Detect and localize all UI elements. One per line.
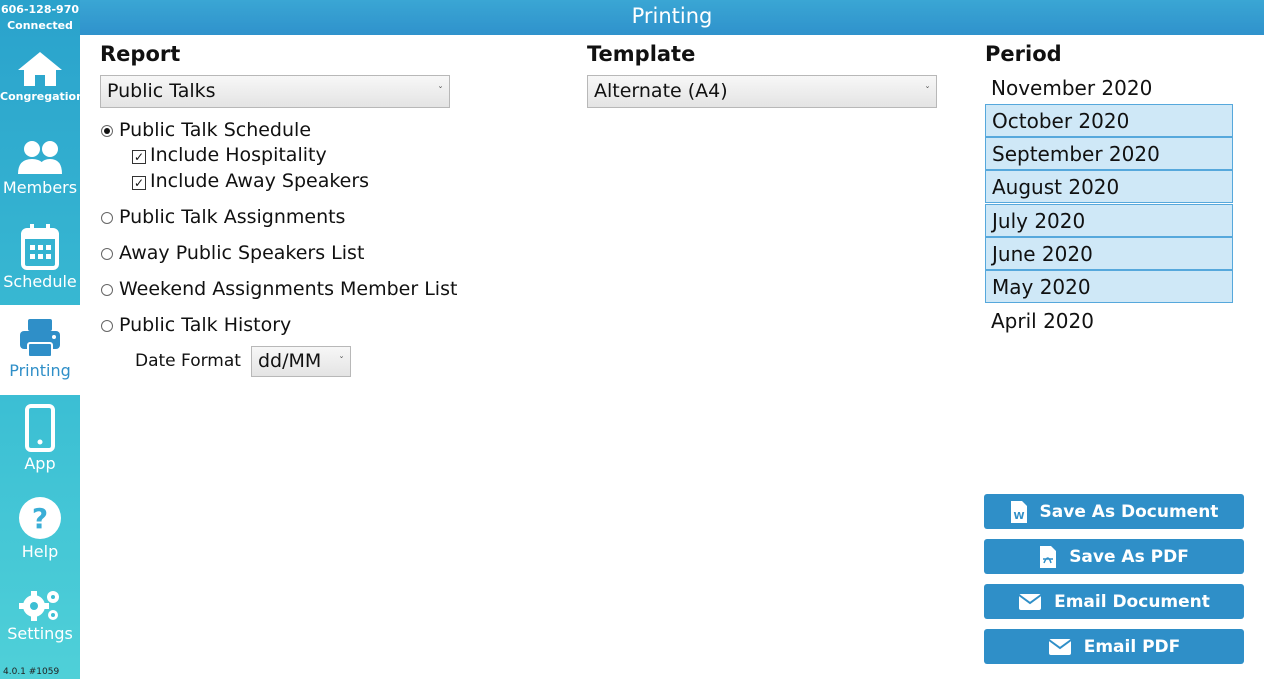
option-label: Public Talk History	[119, 314, 292, 336]
pdf-document-icon	[1040, 545, 1057, 568]
word-document-icon: W	[1010, 500, 1027, 523]
sidebar-item-app[interactable]: App	[0, 404, 80, 476]
sidebar-item-printing[interactable]: Printing	[0, 305, 80, 395]
date-format-value: dd/MM	[258, 350, 322, 372]
help-icon: ?	[19, 497, 61, 539]
sidebar-item-help[interactable]: ? Help	[0, 496, 80, 566]
sidebar-item-label: Printing	[9, 361, 71, 380]
radio-button[interactable]	[101, 212, 113, 224]
sidebar-item-congregation[interactable]: Congregation	[0, 50, 84, 116]
gears-icon	[19, 591, 59, 621]
members-icon	[18, 141, 62, 174]
button-label: Save As PDF	[1069, 546, 1189, 567]
period-title: Period	[985, 42, 1062, 66]
sidebar-item-label: Help	[21, 542, 59, 561]
chevron-down-icon: ˇ	[339, 356, 344, 367]
sidebar-item-members[interactable]: Members	[0, 140, 80, 206]
period-item[interactable]: July 2020	[985, 204, 1233, 237]
date-format-select[interactable]: dd/MM ˇ	[251, 346, 351, 377]
period-item[interactable]: June 2020	[985, 237, 1233, 270]
option-label: Include Away Speakers	[150, 170, 370, 192]
sidebar-item-settings[interactable]: Settings	[0, 588, 80, 654]
printer-icon	[20, 319, 60, 358]
period-item[interactable]: November 2020	[985, 72, 1233, 105]
option-label: Weekend Assignments Member List	[119, 278, 458, 300]
option-label: Public Talk Schedule	[119, 119, 312, 141]
phone-icon	[25, 404, 55, 452]
report-select-value: Public Talks	[107, 80, 216, 102]
sidebar: 606-128-970 Connected Congregation Membe…	[0, 0, 84, 679]
option-label: Away Public Speakers List	[119, 242, 365, 264]
svg-text:W: W	[1013, 511, 1024, 522]
button-label: Save As Document	[1039, 501, 1219, 522]
period-item[interactable]: August 2020	[985, 170, 1233, 203]
radio-button[interactable]	[101, 248, 113, 260]
checkbox[interactable]: ✓	[132, 150, 146, 164]
report-select[interactable]: Public Talks ˇ	[100, 75, 450, 108]
connection-info: 606-128-970 Connected	[0, 2, 80, 34]
period-item[interactable]: September 2020	[985, 137, 1233, 170]
svg-text:?: ?	[32, 502, 48, 535]
connection-id: 606-128-970	[0, 3, 79, 16]
save-as-pdf-button[interactable]: Save As PDF	[984, 539, 1244, 574]
page-title: Printing	[631, 4, 713, 28]
email-pdf-button[interactable]: Email PDF	[984, 629, 1244, 664]
header-bar: Printing	[80, 0, 1264, 35]
sidebar-item-label: Members	[2, 178, 78, 197]
period-item[interactable]: October 2020	[985, 104, 1233, 137]
period-item[interactable]: May 2020	[985, 270, 1233, 303]
checkbox[interactable]: ✓	[132, 176, 146, 190]
date-format-label: Date Format	[135, 351, 241, 371]
calendar-icon	[21, 224, 59, 270]
radio-button[interactable]	[101, 320, 113, 332]
option-label: Include Hospitality	[150, 144, 327, 166]
version-label: 4.0.1 #1059	[3, 667, 60, 677]
sidebar-item-label: Congregation	[0, 90, 84, 103]
email-document-button[interactable]: Email Document	[984, 584, 1244, 619]
sidebar-item-label: Schedule	[3, 272, 77, 291]
template-title: Template	[587, 42, 696, 66]
sidebar-item-label: App	[24, 454, 56, 473]
chevron-down-icon: ˇ	[925, 86, 930, 97]
sidebar-item-label: Settings	[7, 624, 73, 643]
radio-button[interactable]	[101, 284, 113, 296]
envelope-icon	[1018, 593, 1042, 610]
button-label: Email Document	[1054, 591, 1210, 612]
radio-button[interactable]	[101, 125, 113, 137]
connection-status: Connected	[7, 19, 73, 32]
button-label: Email PDF	[1083, 636, 1181, 657]
save-as-document-button[interactable]: W Save As Document	[984, 494, 1244, 529]
template-select-value: Alternate (A4)	[594, 80, 728, 102]
sidebar-item-schedule[interactable]: Schedule	[0, 224, 80, 296]
chevron-down-icon: ˇ	[438, 86, 443, 97]
template-select[interactable]: Alternate (A4) ˇ	[587, 75, 937, 108]
report-title: Report	[100, 42, 181, 66]
option-label: Public Talk Assignments	[119, 206, 346, 228]
home-icon	[18, 52, 62, 86]
period-item[interactable]: April 2020	[985, 305, 1233, 338]
envelope-icon	[1048, 638, 1072, 655]
